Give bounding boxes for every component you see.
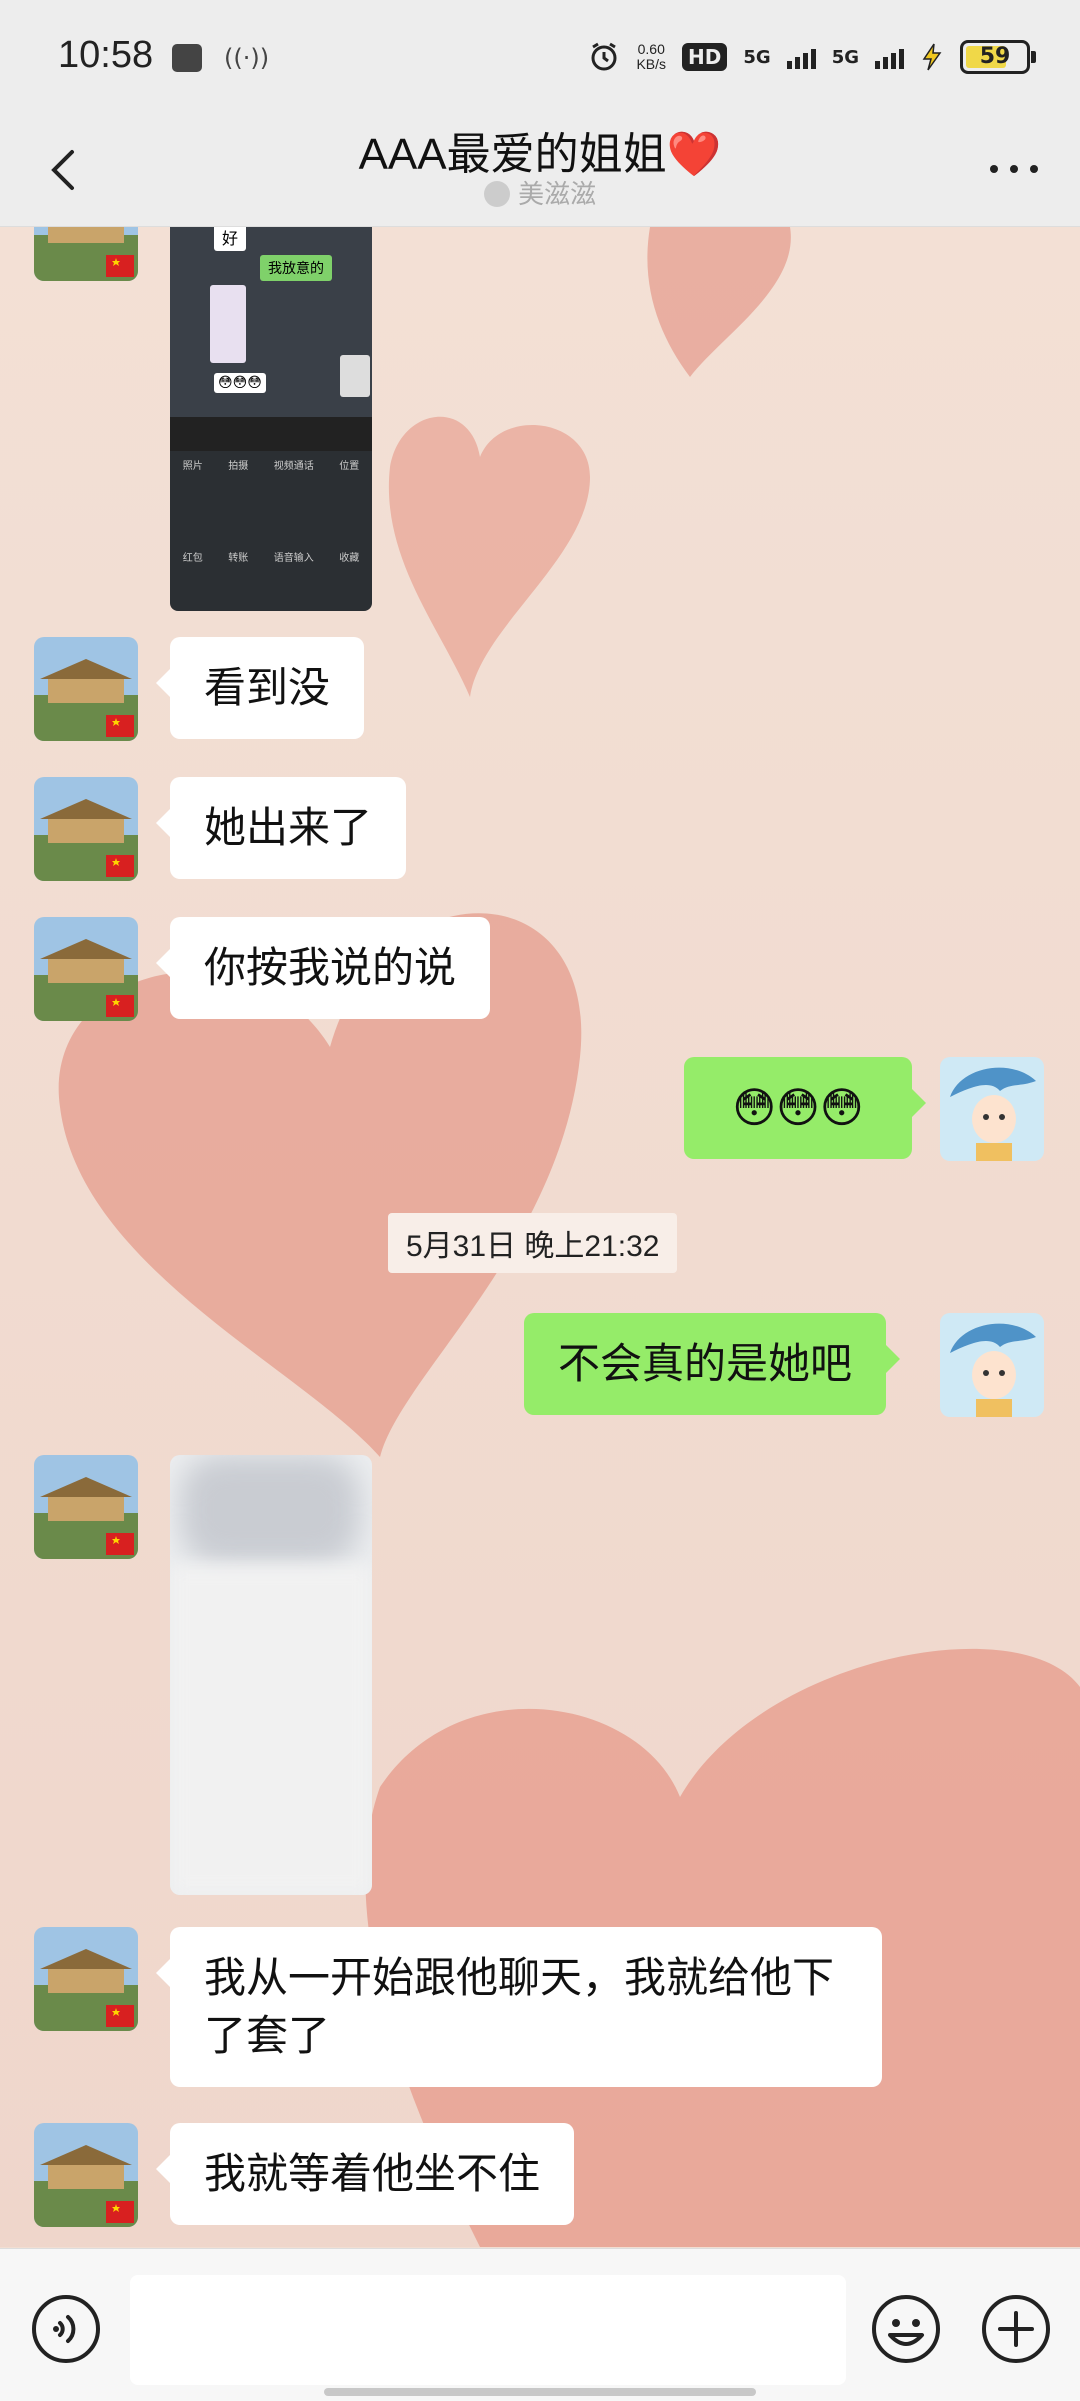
sim2-5g-label: 5G bbox=[831, 46, 859, 68]
status-bar: 10:58 ((·)) 0.60 KB/s HD 5G 5G 59 bbox=[0, 0, 1080, 118]
contact-avatar[interactable] bbox=[34, 227, 138, 281]
message-input[interactable] bbox=[130, 2275, 846, 2385]
shared-screenshot-image[interactable]: 好 我放意的 😳😳😳 照片 拍摄 视频通话 位置 红包 转账 语音输入 收藏 bbox=[170, 227, 372, 611]
signal-bars-icon bbox=[786, 45, 816, 69]
message-bubble-received[interactable]: 看到没 bbox=[155, 637, 365, 739]
emoji-icon[interactable] bbox=[870, 2293, 942, 2365]
message-bubble-received[interactable]: 你按我说的说 bbox=[155, 917, 491, 1019]
message-bubble-received[interactable]: 我从一开始跟他聊天，我就给他下了套了 bbox=[156, 1927, 882, 2087]
preview-message: 我放意的 bbox=[260, 255, 332, 281]
battery-indicator: 59 bbox=[960, 40, 1036, 74]
contact-avatar[interactable] bbox=[34, 1455, 138, 1559]
contact-avatar[interactable] bbox=[34, 777, 138, 881]
hotspot-icon: ((·)) bbox=[224, 44, 270, 72]
message-bubble-received[interactable]: 我就等着他坐不住 bbox=[155, 2123, 575, 2225]
chat-subtitle: 美滋滋 bbox=[0, 174, 1080, 211]
contact-avatar[interactable] bbox=[34, 917, 138, 1021]
self-avatar[interactable] bbox=[940, 1057, 1044, 1161]
contact-avatar[interactable] bbox=[34, 2123, 138, 2227]
preview-message: 好 bbox=[214, 227, 247, 251]
plus-icon[interactable] bbox=[980, 2293, 1052, 2365]
chat-title[interactable]: AAA最爱的姐姐❤️ bbox=[0, 118, 1080, 182]
app-notification-icon bbox=[172, 44, 202, 72]
home-indicator[interactable] bbox=[324, 2388, 756, 2396]
voice-icon[interactable] bbox=[30, 2293, 102, 2365]
message-bubble-received[interactable]: 她出来了 bbox=[155, 777, 407, 879]
smile-status-icon bbox=[483, 181, 510, 207]
chat-timestamp: 5月31日 晚上21:32 bbox=[388, 1213, 678, 1273]
sim1-5g-label: 5G bbox=[743, 46, 771, 68]
chat-area[interactable]: 好 我放意的 😳😳😳 照片 拍摄 视频通话 位置 红包 转账 语音输入 收藏 看到没 她出来… bbox=[0, 227, 1080, 2247]
hd-volte-icon: HD bbox=[682, 43, 728, 71]
alarm-icon bbox=[591, 42, 617, 71]
signal-bars-2-icon bbox=[875, 45, 904, 69]
contact-avatar[interactable] bbox=[34, 1927, 138, 2031]
self-avatar[interactable] bbox=[940, 1313, 1044, 1417]
more-options-icon[interactable] bbox=[984, 154, 1044, 184]
preview-emoji: 😳😳😳 bbox=[214, 373, 266, 393]
input-bar bbox=[0, 2248, 1080, 2401]
contact-avatar[interactable] bbox=[34, 637, 138, 741]
chat-header: AAA最爱的姐姐❤️ 美滋滋 bbox=[0, 118, 1080, 227]
message-bubble-sent[interactable]: 😳😳😳 bbox=[684, 1057, 926, 1159]
charging-bolt-icon bbox=[922, 43, 942, 71]
network-speed: 0.60 KB/s bbox=[636, 41, 667, 72]
message-bubble-sent[interactable]: 不会真的是她吧 bbox=[524, 1313, 901, 1415]
status-time: 10:58 bbox=[58, 34, 154, 76]
blurred-image-message[interactable] bbox=[170, 1455, 372, 1895]
